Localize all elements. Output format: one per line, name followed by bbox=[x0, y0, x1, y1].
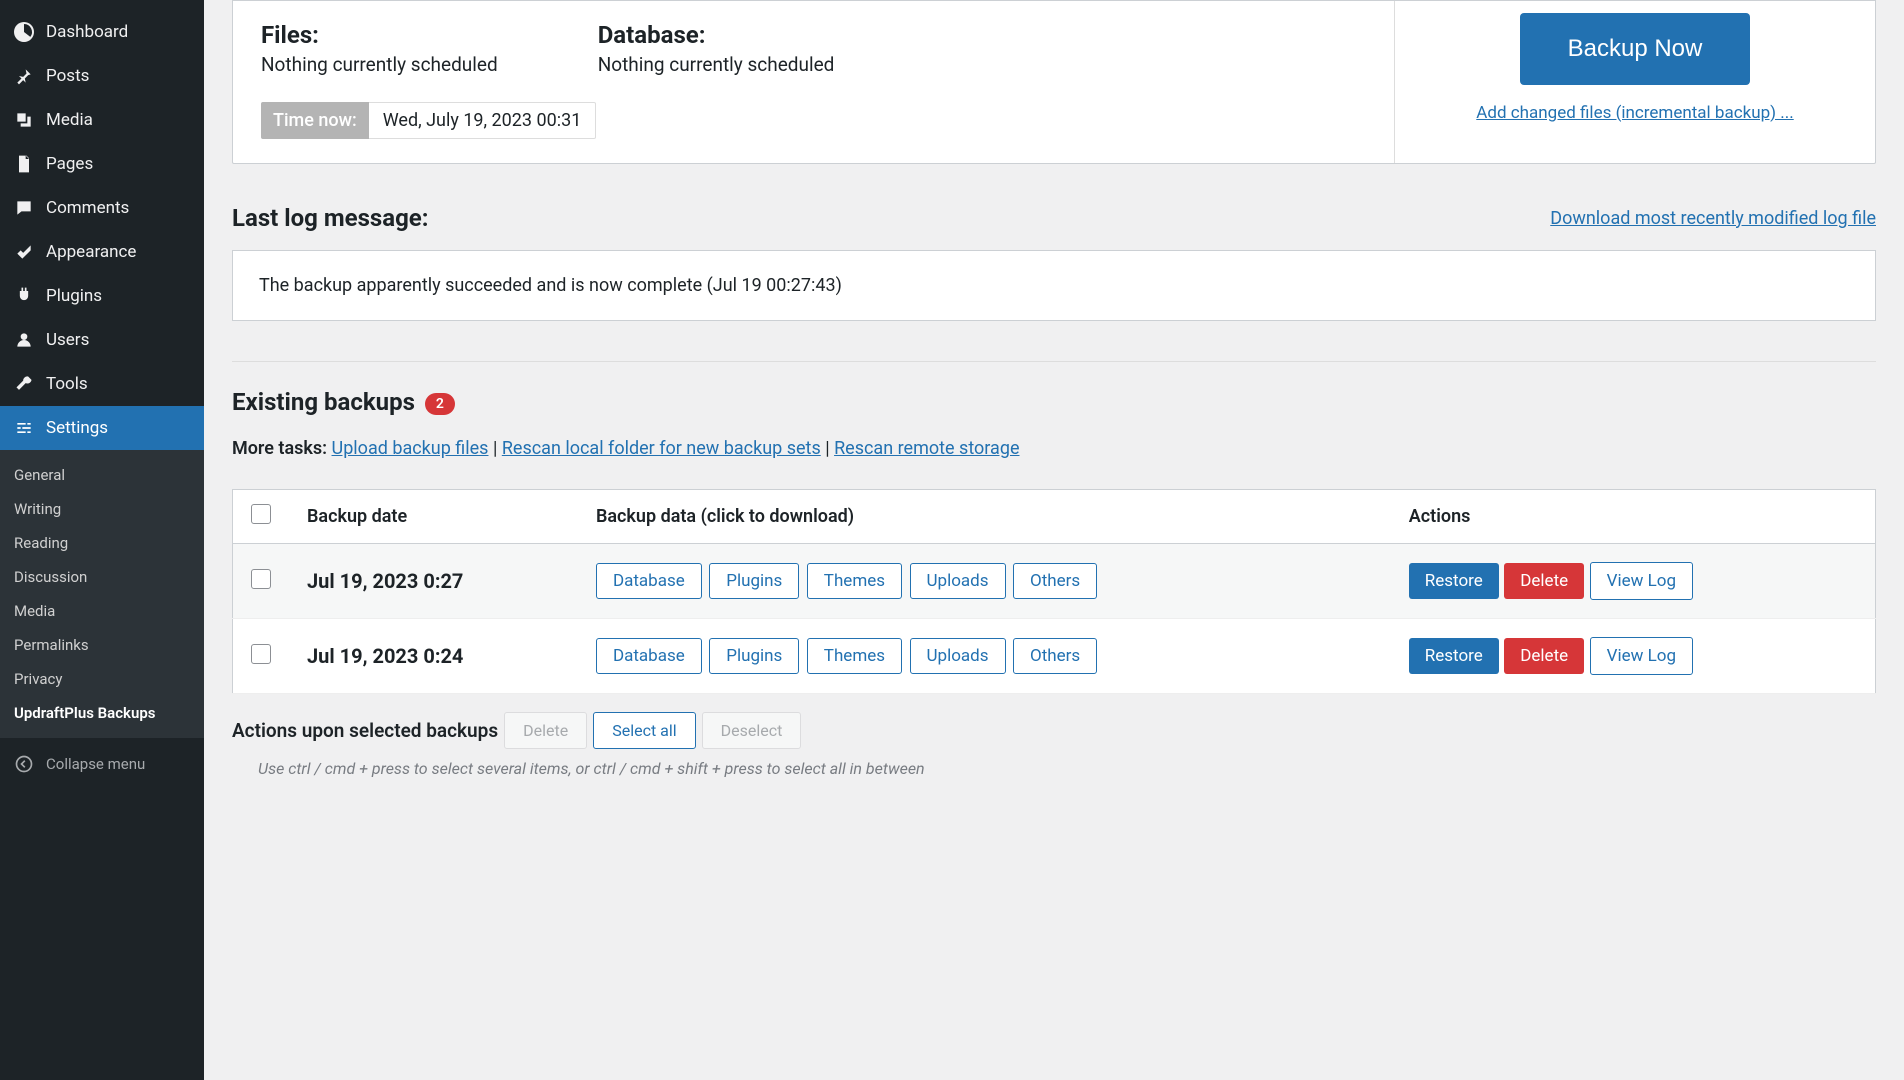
database-status: Nothing currently scheduled bbox=[598, 53, 835, 76]
comment-icon bbox=[12, 196, 36, 220]
backup-now-button[interactable]: Backup Now bbox=[1520, 13, 1751, 85]
table-row: Jul 19, 2023 0:24 Database Plugins Theme… bbox=[233, 619, 1876, 694]
sidebar-item-comments[interactable]: Comments bbox=[0, 186, 204, 230]
page-icon bbox=[12, 152, 36, 176]
collapse-menu-button[interactable]: Collapse menu bbox=[0, 742, 204, 786]
submenu-writing[interactable]: Writing bbox=[0, 492, 204, 526]
sidebar-item-label: Posts bbox=[46, 66, 89, 86]
sidebar-item-label: Pages bbox=[46, 154, 93, 174]
sidebar-item-label: Users bbox=[46, 330, 89, 350]
sidebar-item-label: Settings bbox=[46, 418, 108, 438]
last-log-section: Last log message: Download most recently… bbox=[232, 204, 1876, 321]
sidebar-item-appearance[interactable]: Appearance bbox=[0, 230, 204, 274]
database-heading: Database: bbox=[598, 21, 835, 49]
sidebar-item-label: Dashboard bbox=[46, 22, 128, 42]
last-log-message: The backup apparently succeeded and is n… bbox=[232, 250, 1876, 321]
media-icon bbox=[12, 108, 36, 132]
delete-button[interactable]: Delete bbox=[1504, 563, 1584, 599]
download-themes-button[interactable]: Themes bbox=[807, 638, 902, 674]
collapse-icon bbox=[12, 752, 36, 776]
sidebar-item-label: Comments bbox=[46, 198, 129, 218]
sidebar-item-media[interactable]: Media bbox=[0, 98, 204, 142]
submenu-reading[interactable]: Reading bbox=[0, 526, 204, 560]
submenu-media[interactable]: Media bbox=[0, 594, 204, 628]
bulk-note: Use ctrl / cmd + press to select several… bbox=[258, 759, 1876, 778]
sidebar-item-label: Plugins bbox=[46, 286, 102, 306]
bulk-delete-button[interactable]: Delete bbox=[504, 712, 587, 749]
last-log-heading: Last log message: bbox=[232, 204, 429, 232]
download-themes-button[interactable]: Themes bbox=[807, 563, 902, 599]
existing-backups-heading: Existing backups 2 bbox=[232, 388, 1876, 416]
rescan-local-link[interactable]: Rescan local folder for new backup sets bbox=[502, 438, 821, 459]
sidebar-item-pages[interactable]: Pages bbox=[0, 142, 204, 186]
download-others-button[interactable]: Others bbox=[1013, 563, 1097, 599]
dashboard-icon bbox=[12, 20, 36, 44]
sidebar-item-label: Media bbox=[46, 110, 93, 130]
select-all-checkbox[interactable] bbox=[251, 504, 271, 524]
bulk-actions-label: Actions upon selected backups bbox=[232, 719, 498, 742]
user-icon bbox=[12, 328, 36, 352]
download-database-button[interactable]: Database bbox=[596, 563, 702, 599]
col-date-header: Backup date bbox=[289, 490, 578, 544]
time-now-value: Wed, July 19, 2023 00:31 bbox=[369, 102, 597, 139]
backup-status-panel: Files: Nothing currently scheduled Datab… bbox=[232, 0, 1876, 164]
wrench-icon bbox=[12, 372, 36, 396]
download-others-button[interactable]: Others bbox=[1013, 638, 1097, 674]
sidebar-item-label: Tools bbox=[46, 374, 88, 394]
rescan-remote-link[interactable]: Rescan remote storage bbox=[834, 438, 1019, 459]
plug-icon bbox=[12, 284, 36, 308]
brush-icon bbox=[12, 240, 36, 264]
incremental-backup-link[interactable]: Add changed files (incremental backup) .… bbox=[1476, 103, 1793, 123]
bulk-deselect-button[interactable]: Deselect bbox=[702, 712, 802, 749]
download-database-button[interactable]: Database bbox=[596, 638, 702, 674]
download-plugins-button[interactable]: Plugins bbox=[709, 563, 799, 599]
main-content: Files: Nothing currently scheduled Datab… bbox=[204, 0, 1904, 1080]
download-uploads-button[interactable]: Uploads bbox=[910, 563, 1006, 599]
sidebar-item-label: Appearance bbox=[46, 242, 136, 262]
submenu-discussion[interactable]: Discussion bbox=[0, 560, 204, 594]
row-checkbox[interactable] bbox=[251, 644, 271, 664]
sidebar-item-tools[interactable]: Tools bbox=[0, 362, 204, 406]
row-checkbox[interactable] bbox=[251, 569, 271, 589]
time-now-label: Time now: bbox=[261, 102, 369, 139]
bulk-select-all-button[interactable]: Select all bbox=[593, 712, 695, 749]
submenu-updraftplus[interactable]: UpdraftPlus Backups bbox=[0, 696, 204, 730]
upload-backup-link[interactable]: Upload backup files bbox=[332, 438, 489, 459]
submenu-general[interactable]: General bbox=[0, 458, 204, 492]
more-tasks-line: More tasks: Upload backup files | Rescan… bbox=[232, 438, 1876, 459]
backup-date: Jul 19, 2023 0:27 bbox=[289, 544, 578, 619]
existing-backups-section: Existing backups 2 More tasks: Upload ba… bbox=[232, 388, 1876, 778]
settings-submenu: General Writing Reading Discussion Media… bbox=[0, 450, 204, 738]
submenu-permalinks[interactable]: Permalinks bbox=[0, 628, 204, 662]
delete-button[interactable]: Delete bbox=[1504, 638, 1584, 674]
sidebar-item-dashboard[interactable]: Dashboard bbox=[0, 10, 204, 54]
view-log-button[interactable]: View Log bbox=[1590, 637, 1693, 675]
submenu-privacy[interactable]: Privacy bbox=[0, 662, 204, 696]
sidebar-item-posts[interactable]: Posts bbox=[0, 54, 204, 98]
backup-date: Jul 19, 2023 0:24 bbox=[289, 619, 578, 694]
backup-count-badge: 2 bbox=[425, 393, 455, 415]
download-uploads-button[interactable]: Uploads bbox=[910, 638, 1006, 674]
sidebar-item-plugins[interactable]: Plugins bbox=[0, 274, 204, 318]
view-log-button[interactable]: View Log bbox=[1590, 562, 1693, 600]
sliders-icon bbox=[12, 416, 36, 440]
admin-sidebar: Dashboard Posts Media Pages Comments App… bbox=[0, 0, 204, 1080]
download-plugins-button[interactable]: Plugins bbox=[709, 638, 799, 674]
sidebar-item-settings[interactable]: Settings bbox=[0, 406, 204, 450]
files-status: Nothing currently scheduled bbox=[261, 53, 498, 76]
col-actions-header: Actions bbox=[1391, 490, 1876, 544]
backups-table: Backup date Backup data (click to downlo… bbox=[232, 489, 1876, 694]
section-divider bbox=[232, 361, 1876, 362]
restore-button[interactable]: Restore bbox=[1409, 563, 1499, 599]
download-log-link[interactable]: Download most recently modified log file bbox=[1550, 208, 1876, 229]
pin-icon bbox=[12, 64, 36, 88]
restore-button[interactable]: Restore bbox=[1409, 638, 1499, 674]
bulk-actions-bar: Actions upon selected backups Delete Sel… bbox=[232, 712, 1876, 778]
collapse-label: Collapse menu bbox=[46, 755, 145, 773]
col-data-header: Backup data (click to download) bbox=[578, 490, 1391, 544]
sidebar-item-users[interactable]: Users bbox=[0, 318, 204, 362]
files-heading: Files: bbox=[261, 21, 498, 49]
table-row: Jul 19, 2023 0:27 Database Plugins Theme… bbox=[233, 544, 1876, 619]
